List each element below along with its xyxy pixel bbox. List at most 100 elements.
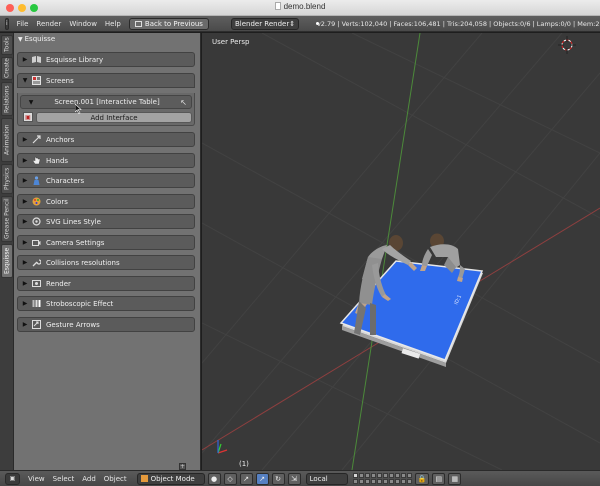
menu-view[interactable]: View — [28, 475, 45, 483]
tab-create[interactable]: Create — [1, 57, 13, 80]
expand-triangle-icon: ▶ — [22, 300, 28, 307]
back-to-previous-button[interactable]: Back to Previous — [128, 17, 209, 30]
expand-triangle-icon: ▶ — [22, 259, 28, 266]
tab-esquisse[interactable]: Esquisse — [1, 244, 13, 278]
document-icon — [274, 2, 281, 10]
render-engine-select[interactable]: Blender Render ⇕ — [230, 17, 299, 30]
panel-render[interactable]: ▶ Render — [17, 276, 195, 291]
scale-icon: ⇲ — [291, 474, 298, 483]
tool-shelf-tabs: Tools Create Relations Animation Physics… — [0, 33, 14, 470]
viewport-scene: ID:1 — [202, 33, 600, 470]
expand-triangle-icon: ▶ — [22, 280, 28, 287]
sphere-icon: ● — [211, 474, 218, 483]
menu-help[interactable]: Help — [105, 20, 121, 28]
screens-icon — [32, 76, 41, 85]
tab-tools[interactable]: Tools — [1, 35, 13, 55]
dropdown-arrows-icon: ⇕ — [289, 19, 296, 28]
rotate-manipulator-button[interactable]: ↻ — [271, 472, 285, 485]
transform-orientation-select[interactable]: Local — [305, 472, 348, 485]
menu-select[interactable]: Select — [53, 475, 75, 483]
panel-camera-settings[interactable]: ▶ Camera Settings — [17, 235, 195, 250]
menu-window[interactable]: Window — [69, 20, 97, 28]
layer-buttons[interactable] — [352, 473, 412, 484]
viewport-view-label: User Persp — [212, 38, 250, 46]
interface-icon: ▣ — [23, 112, 33, 122]
opengl-render-button[interactable]: ▦ — [448, 472, 462, 485]
info-header: i File Render Window Help Back to Previo… — [0, 16, 600, 32]
screen-list-item[interactable]: ▼ Screen.001 [Interactive Table] ↖ — [20, 95, 192, 109]
camera-icon — [32, 238, 41, 247]
expand-triangle-icon: ▶ — [22, 198, 28, 205]
editor-type-button[interactable]: ▣ — [5, 472, 20, 485]
colors-icon — [32, 197, 41, 206]
tab-relations[interactable]: Relations — [1, 82, 13, 116]
3d-cursor-icon[interactable] — [558, 36, 576, 54]
collapse-triangle-icon: ▼ — [28, 98, 34, 106]
mouse-pointer-icon — [75, 104, 82, 114]
cursor-icon[interactable]: ↖ — [180, 98, 187, 107]
window-titlebar: demo.blend — [0, 0, 600, 16]
3d-view-header: ▣ View Select Add Object Object Mode ● ◇… — [0, 470, 600, 486]
panel-anchors[interactable]: ▶ Anchors — [17, 132, 195, 147]
collapse-triangle-icon: ▼ — [22, 77, 28, 84]
menu-object[interactable]: Object — [104, 475, 127, 483]
panel-gesture-arrows[interactable]: ▶ Gesture Arrows — [17, 317, 195, 332]
panel-screens[interactable]: ▼ Screens — [17, 73, 195, 88]
render-preview-button[interactable]: ▤ — [432, 472, 446, 485]
arrows-icon — [32, 320, 41, 329]
cube-icon: ▣ — [9, 475, 16, 482]
interaction-mode-select[interactable]: Object Mode — [136, 472, 205, 485]
panel-hands[interactable]: ▶ Hands — [17, 153, 195, 168]
current-frame-label: (1) — [239, 460, 249, 468]
lock-layers-button[interactable]: 🔒 — [414, 472, 430, 485]
wrench-icon — [32, 258, 41, 267]
axis-gizmo-icon — [217, 440, 228, 454]
manipulator-icon: ↗ — [243, 474, 250, 483]
character-icon — [32, 176, 41, 185]
object-mode-icon — [140, 475, 148, 482]
tab-physics[interactable]: Physics — [1, 164, 13, 194]
expand-triangle-icon: ▶ — [22, 239, 28, 246]
scale-manipulator-button[interactable]: ⇲ — [287, 472, 301, 485]
add-region-icon[interactable]: + — [179, 463, 186, 470]
shelf-title[interactable]: ▼ Esquisse — [18, 35, 55, 43]
scene-stats: v2.79 | Verts:102,040 | Faces:106,481 | … — [316, 19, 600, 28]
expand-triangle-icon: ▶ — [22, 177, 28, 184]
camera-icon: ▤ — [435, 474, 443, 483]
hand-icon — [32, 156, 41, 165]
tab-grease-pencil[interactable]: Grease Pencil — [1, 196, 13, 242]
editor-type-button[interactable]: i — [5, 17, 9, 30]
manipulator-toggle[interactable]: ↗ — [239, 472, 253, 485]
screen-icon — [134, 20, 142, 27]
collapse-triangle-icon: ▼ — [18, 36, 23, 43]
expand-triangle-icon: ▶ — [22, 321, 28, 328]
menu-render[interactable]: Render — [36, 20, 61, 28]
panel-stroboscopic-effect[interactable]: ▶ Stroboscopic Effect — [17, 296, 195, 311]
3d-viewport[interactable]: ID:1 User Persp (1) — [202, 33, 600, 470]
menu-add[interactable]: Add — [82, 475, 96, 483]
expand-triangle-icon: ▶ — [22, 56, 28, 63]
arrow-icon: ↗ — [259, 474, 266, 483]
lock-icon: 🔒 — [417, 474, 427, 483]
add-interface-button[interactable]: Add Interface — [36, 112, 192, 123]
expand-triangle-icon: ▶ — [22, 218, 28, 225]
pivot-point-button[interactable]: ◇ — [223, 472, 237, 485]
tab-animation[interactable]: Animation — [1, 118, 13, 162]
panel-colors[interactable]: ▶ Colors — [17, 194, 195, 209]
panel-characters[interactable]: ▶ Characters — [17, 173, 195, 188]
strobe-icon — [32, 299, 41, 308]
translate-manipulator-button[interactable]: ↗ — [255, 472, 269, 485]
panel-collisions-resolutions[interactable]: ▶ Collisions resolutions — [17, 255, 195, 270]
anchor-icon — [32, 135, 41, 144]
viewport-shading-button[interactable]: ● — [207, 472, 221, 485]
expand-triangle-icon: ▶ — [22, 136, 28, 143]
panel-esquisse-library[interactable]: ▶ Esquisse Library — [17, 52, 195, 67]
menu-file[interactable]: File — [17, 20, 29, 28]
svg-lines-icon — [32, 217, 41, 226]
tool-shelf: ▼ Esquisse ▶ Esquisse Library ▼ Screens ▼… — [14, 33, 201, 470]
window-title: demo.blend — [0, 2, 600, 11]
pivot-icon: ◇ — [227, 474, 233, 483]
rotate-icon: ↻ — [275, 474, 282, 483]
screens-panel-body: ▼ Screen.001 [Interactive Table] ↖ ▣ Add… — [17, 93, 195, 126]
panel-svg-lines-style[interactable]: ▶ SVG Lines Style — [17, 214, 195, 229]
